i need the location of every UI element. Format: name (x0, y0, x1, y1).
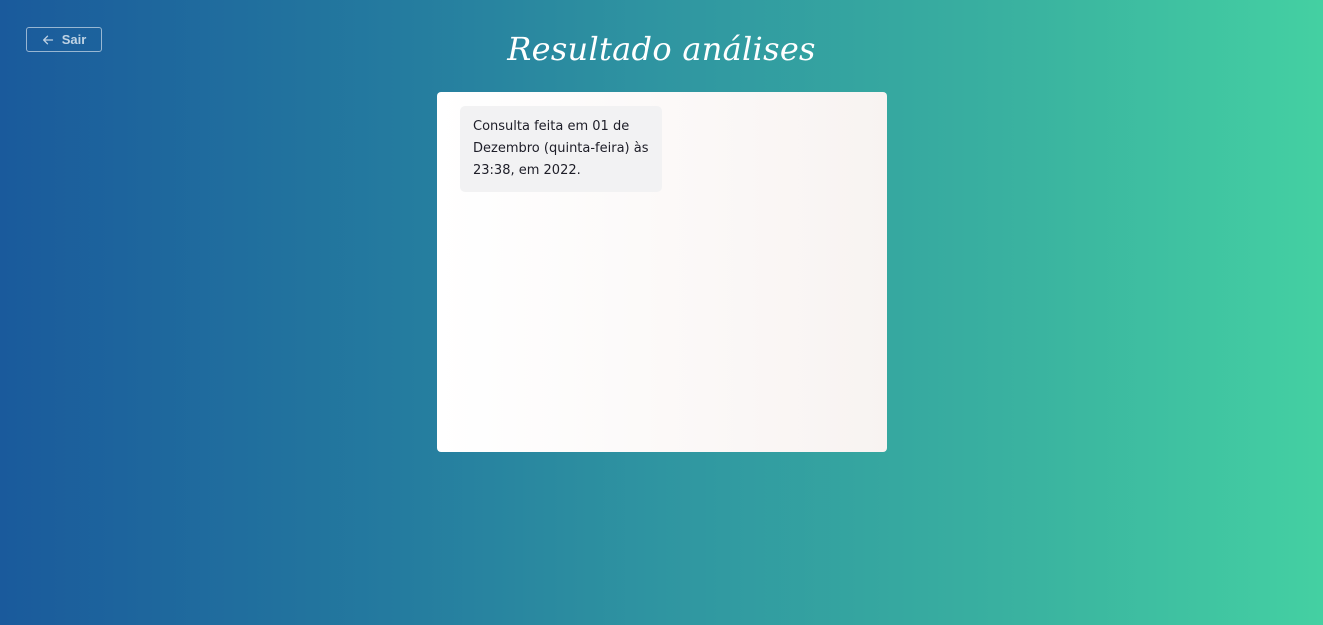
page-title: Resultado análises (507, 30, 816, 68)
results-card: Consulta feita em 01 de Dezembro (quinta… (437, 92, 887, 452)
consulta-item-text: Consulta feita em 01 de Dezembro (quinta… (473, 119, 649, 178)
consulta-item[interactable]: Consulta feita em 01 de Dezembro (quinta… (460, 106, 662, 192)
